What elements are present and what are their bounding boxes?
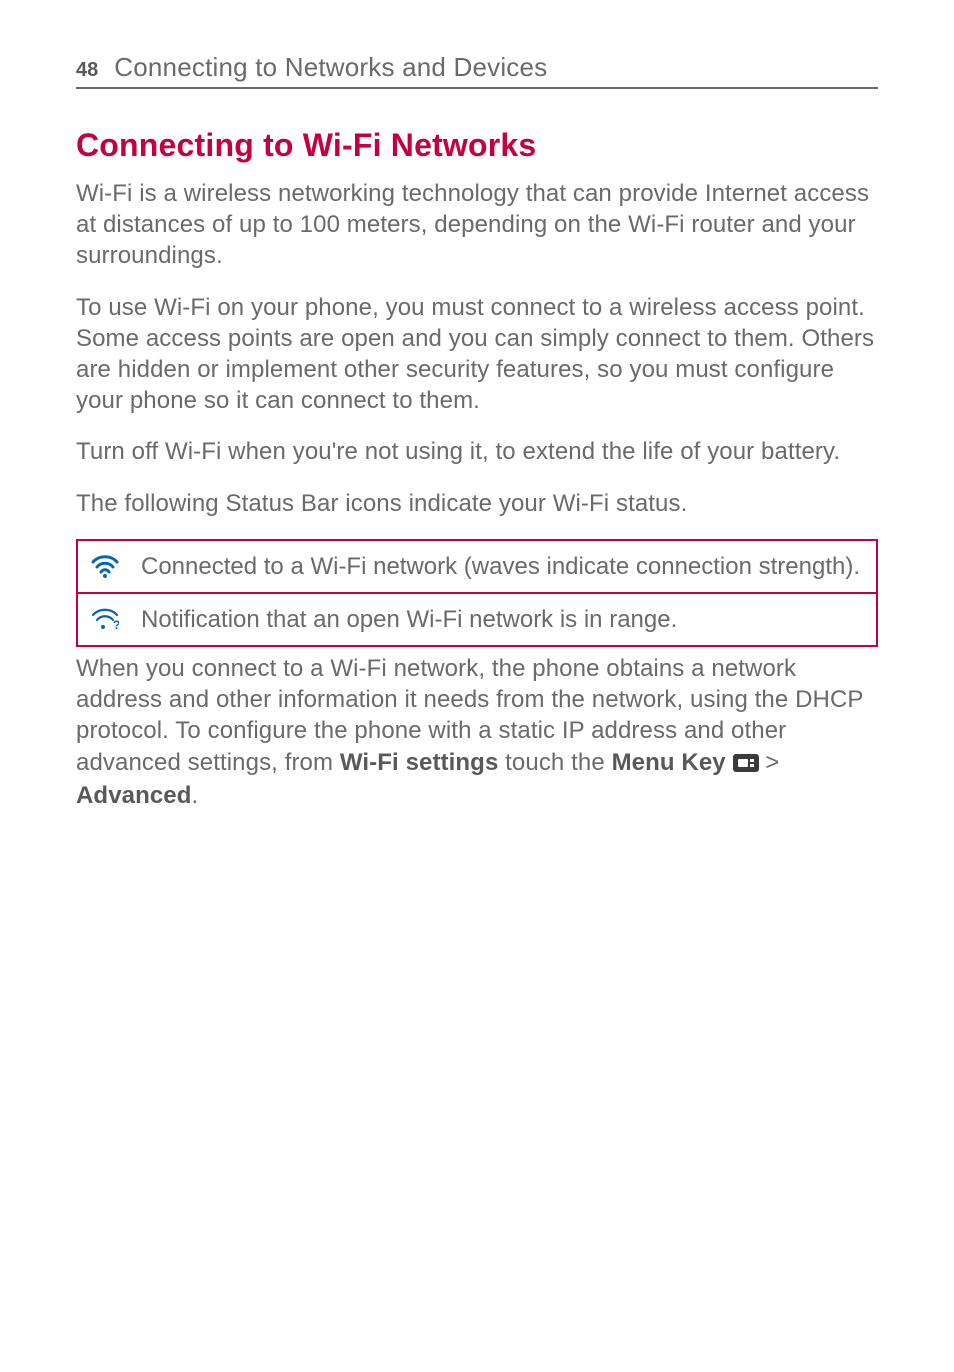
wifi-open-icon-cell: ? <box>77 593 131 646</box>
wifi-settings-label: Wi-Fi settings <box>340 749 499 776</box>
menu-key-label: Menu Key <box>612 749 726 776</box>
wifi-connected-icon-cell <box>77 540 131 593</box>
paragraph-access-points: To use Wi-Fi on your phone, you must con… <box>76 292 878 417</box>
section-heading: Connecting to Wi-Fi Networks <box>76 127 878 164</box>
wifi-connected-icon <box>91 554 119 578</box>
header-title: Connecting to Networks and Devices <box>114 52 547 83</box>
paragraph-statusbar: The following Status Bar icons indicate … <box>76 488 878 519</box>
wifi-open-network-icon: ? <box>91 607 119 631</box>
paragraph-intro: Wi-Fi is a wireless networking technolog… <box>76 178 878 272</box>
text-segment: touch the <box>498 749 611 776</box>
status-icons-table: Connected to a Wi-Fi network (waves indi… <box>76 539 878 647</box>
paragraph-turnoff: Turn off Wi-Fi when you're not using it,… <box>76 436 878 467</box>
table-row: ? Notification that an open Wi-Fi networ… <box>77 593 877 646</box>
svg-text:?: ? <box>113 618 119 631</box>
paragraph-dhcp: When you connect to a Wi-Fi network, the… <box>76 653 878 811</box>
wifi-open-description: Notification that an open Wi-Fi network … <box>131 593 877 646</box>
text-segment: > <box>765 749 779 776</box>
page-header: 48 Connecting to Networks and Devices <box>76 52 878 89</box>
text-segment: . <box>192 782 199 809</box>
page-number: 48 <box>76 59 98 82</box>
advanced-label: Advanced <box>76 782 192 809</box>
page-container: 48 Connecting to Networks and Devices Co… <box>0 0 954 811</box>
menu-key-icon <box>733 749 759 780</box>
wifi-connected-description: Connected to a Wi-Fi network (waves indi… <box>131 540 877 593</box>
table-row: Connected to a Wi-Fi network (waves indi… <box>77 540 877 593</box>
